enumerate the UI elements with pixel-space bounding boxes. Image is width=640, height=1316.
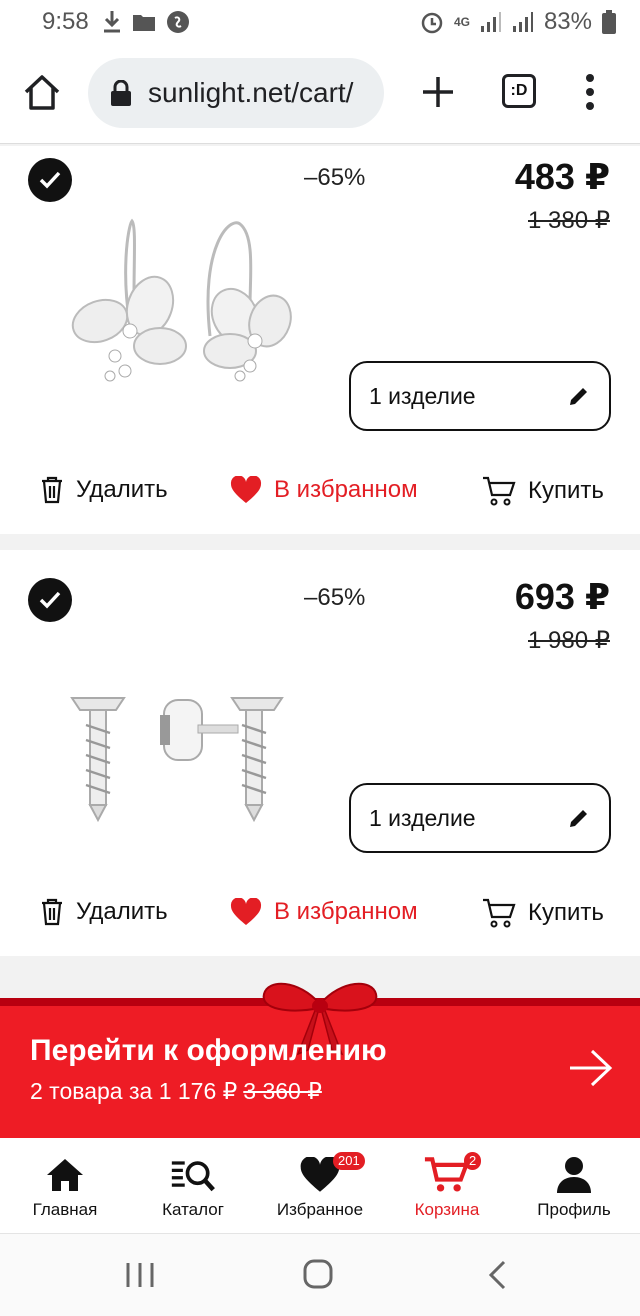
nav-catalog-label: Каталог xyxy=(162,1200,224,1219)
trash-icon xyxy=(42,476,62,504)
status-bar: 9:58 4G 83% xyxy=(0,0,640,44)
checkout-total: 2 товара за 1 176 ₽ xyxy=(30,1078,238,1104)
browser-toolbar: sunlight.net/cart/ :D xyxy=(0,44,640,144)
signal-icon xyxy=(480,12,501,32)
new-tab-icon[interactable] xyxy=(418,72,458,112)
nav-cart-label: Корзина xyxy=(414,1200,480,1219)
nav-favorites-label: Избранное xyxy=(276,1200,364,1219)
catalog-search-icon xyxy=(171,1161,215,1192)
home-button-icon[interactable] xyxy=(298,1258,338,1292)
profile-icon xyxy=(557,1157,591,1193)
url-text: sunlight.net/cart/ xyxy=(148,77,354,108)
delete-button[interactable]: Удалить xyxy=(40,476,168,504)
battery-icon xyxy=(602,10,616,34)
flower-earrings-image[interactable] xyxy=(60,216,300,416)
favorite-label: В избранном xyxy=(274,476,418,503)
browser-home-icon[interactable] xyxy=(22,72,62,112)
cart-outline-icon xyxy=(483,898,516,928)
cart-outline-icon xyxy=(483,476,516,506)
favorite-button[interactable]: В избранном xyxy=(230,476,418,504)
shazam-icon xyxy=(166,11,189,33)
trash-icon xyxy=(42,898,62,926)
delete-label: Удалить xyxy=(76,476,168,503)
quantity-selector[interactable]: 1 изделие xyxy=(349,361,611,431)
network-type: 4G xyxy=(453,15,470,29)
favorites-badge: 201 xyxy=(333,1152,365,1170)
folder-icon xyxy=(132,15,155,31)
buy-label: Купить xyxy=(528,477,604,504)
lock-icon xyxy=(111,80,131,106)
check-icon xyxy=(39,171,61,189)
home-icon xyxy=(47,1159,83,1191)
heart-filled-icon xyxy=(230,898,262,925)
nav-favorites[interactable]: 201 Избранное xyxy=(255,1152,385,1220)
nav-profile-label: Профиль xyxy=(537,1200,611,1219)
nav-home-label: Главная xyxy=(32,1200,98,1219)
delete-button[interactable]: Удалить xyxy=(40,898,168,926)
item-price: 693 ₽ xyxy=(514,576,610,617)
screw-earrings-image[interactable] xyxy=(60,660,300,860)
recent-apps-icon[interactable] xyxy=(120,1258,160,1292)
favorite-label: В избранном xyxy=(274,898,418,925)
tab-switcher-button[interactable]: :D xyxy=(502,74,536,108)
check-icon xyxy=(39,591,61,609)
address-bar[interactable]: sunlight.net/cart/ xyxy=(88,58,384,128)
quantity-label: 1 изделие xyxy=(369,382,476,409)
favorite-button[interactable]: В избранном xyxy=(230,898,418,926)
pencil-icon xyxy=(570,388,587,405)
nav-cart[interactable]: 2 Корзина xyxy=(382,1152,512,1220)
back-icon[interactable] xyxy=(478,1258,518,1292)
nav-catalog[interactable]: Каталог xyxy=(128,1156,258,1220)
checkout-summary: 2 товара за 1 176 ₽3 360 ₽ xyxy=(30,1078,322,1105)
battery-level: 83% xyxy=(543,8,592,35)
pencil-icon xyxy=(570,810,587,827)
select-checkbox[interactable] xyxy=(28,578,72,622)
nav-home[interactable]: Главная xyxy=(0,1156,130,1220)
more-menu-icon[interactable] xyxy=(580,72,600,112)
checkout-banner[interactable]: Перейти к оформлению 2 товара за 1 176 ₽… xyxy=(0,982,640,1138)
select-checkbox[interactable] xyxy=(28,158,72,202)
nav-profile[interactable]: Профиль xyxy=(509,1156,639,1220)
bottom-navigation: Главная Каталог 201 Избранное 2 Корзина … xyxy=(0,1138,640,1234)
signal-icon-2 xyxy=(512,12,533,32)
item-old-price: 1 380 ₽ xyxy=(528,207,610,234)
item-price: 483 ₽ xyxy=(514,156,610,197)
discount-label: –65% xyxy=(304,584,366,611)
quantity-selector[interactable]: 1 изделие xyxy=(349,783,611,853)
alarm-icon xyxy=(421,12,443,34)
system-navigation-bar xyxy=(0,1234,640,1316)
status-time: 9:58 xyxy=(42,8,89,35)
item-old-price: 1 980 ₽ xyxy=(528,627,610,654)
cart-item: –65% 693 ₽ 1 980 ₽ 1 изделие Удалить В и… xyxy=(0,550,640,956)
buy-button[interactable]: Купить xyxy=(482,476,604,506)
buy-button[interactable]: Купить xyxy=(482,898,604,928)
cart-badge: 2 xyxy=(464,1152,482,1170)
quantity-label: 1 изделие xyxy=(369,804,476,831)
download-icon xyxy=(103,11,120,33)
discount-label: –65% xyxy=(304,164,366,191)
delete-label: Удалить xyxy=(76,898,168,925)
checkout-title: Перейти к оформлению xyxy=(30,1034,387,1067)
cart-item: –65% 483 ₽ 1 380 ₽ 1 изделие Удалить В и… xyxy=(0,146,640,534)
arrow-right-icon xyxy=(570,1049,613,1087)
heart-filled-icon xyxy=(230,476,262,503)
buy-label: Купить xyxy=(528,899,604,926)
checkout-old-total: 3 360 ₽ xyxy=(243,1078,322,1104)
